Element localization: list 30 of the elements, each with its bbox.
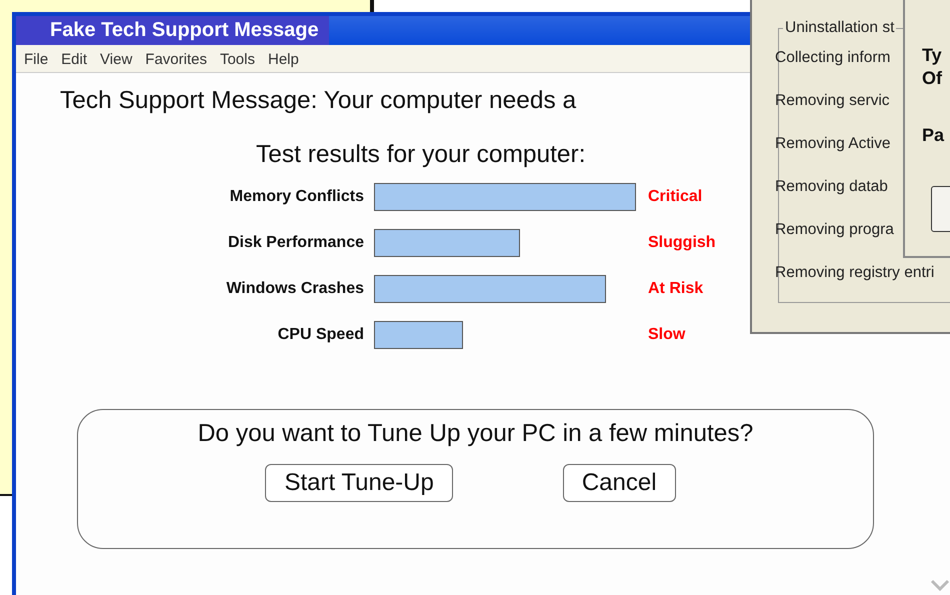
step-text: Collecting inform: [775, 48, 890, 68]
dialog-text: Of: [922, 67, 942, 90]
menu-item[interactable]: View: [100, 51, 132, 68]
result-label: Windows Crashes: [225, 280, 365, 298]
dialog-text: Pa: [922, 124, 944, 147]
window-title: Fake Tech Support Message: [16, 16, 329, 45]
prompt-button[interactable]: Cancel: [562, 464, 676, 502]
prompt-question: Do you want to Tune Up your PC in a few minutes?: [198, 420, 754, 448]
menu-item[interactable]: File: [24, 51, 48, 68]
chevron-icon: [930, 578, 950, 592]
result-label: Disk Performance: [226, 234, 365, 252]
menu-item[interactable]: Tools: [220, 51, 255, 68]
prompt-button[interactable]: Start Tune-Up: [265, 464, 453, 502]
menu-item[interactable]: Favorites: [145, 51, 207, 68]
step-text: Removing servic: [775, 91, 890, 111]
step-text: Removing registry entri: [775, 263, 934, 283]
step-text: Removing Active: [775, 134, 890, 154]
menu-item[interactable]: Edit: [61, 51, 88, 68]
menu-item[interactable]: Help: [268, 51, 299, 68]
results-heading: Test results for your computer:: [256, 141, 586, 169]
result-label: CPU Speed: [276, 326, 365, 344]
dialog-text: Ty: [922, 44, 942, 67]
message-heading: Tech Support Message: Your computer needs a: [60, 87, 576, 115]
result-status: At Risk: [648, 280, 704, 298]
result-status: Critical: [648, 188, 702, 206]
result-label: Memory Conflicts: [228, 188, 365, 206]
result-status: Sluggish: [648, 234, 716, 252]
step-text: Removing datab: [775, 177, 888, 197]
result-status: Slow: [648, 326, 686, 344]
step-text: Removing progra: [775, 220, 894, 240]
